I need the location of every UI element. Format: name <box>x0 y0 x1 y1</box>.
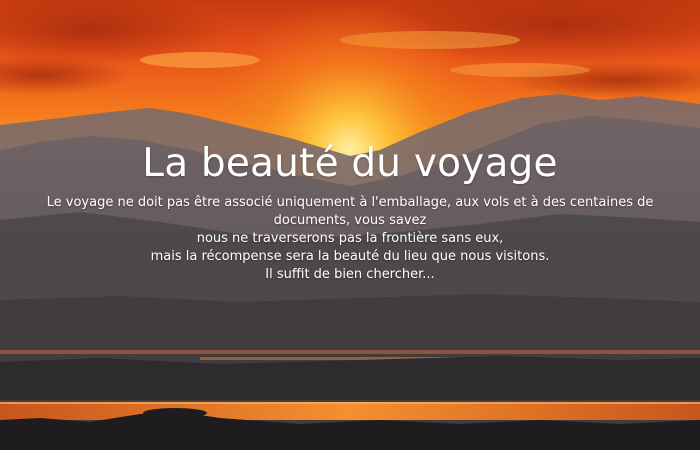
hero-line: mais la récompense sera la beauté du lie… <box>150 249 550 264</box>
hero-content: La beauté du voyage Le voyage ne doit pa… <box>0 140 700 284</box>
hero-section: La beauté du voyage Le voyage ne doit pa… <box>0 0 700 450</box>
hero-line: Le voyage ne doit pas être associé uniqu… <box>46 195 654 228</box>
hero-paragraph: Le voyage ne doit pas être associé uniqu… <box>10 194 690 284</box>
hero-title: La beauté du voyage <box>142 141 558 186</box>
hero-line: Il suffit de bien chercher... <box>265 267 435 282</box>
hero-line: nous ne traverserons pas la frontière sa… <box>196 231 504 246</box>
